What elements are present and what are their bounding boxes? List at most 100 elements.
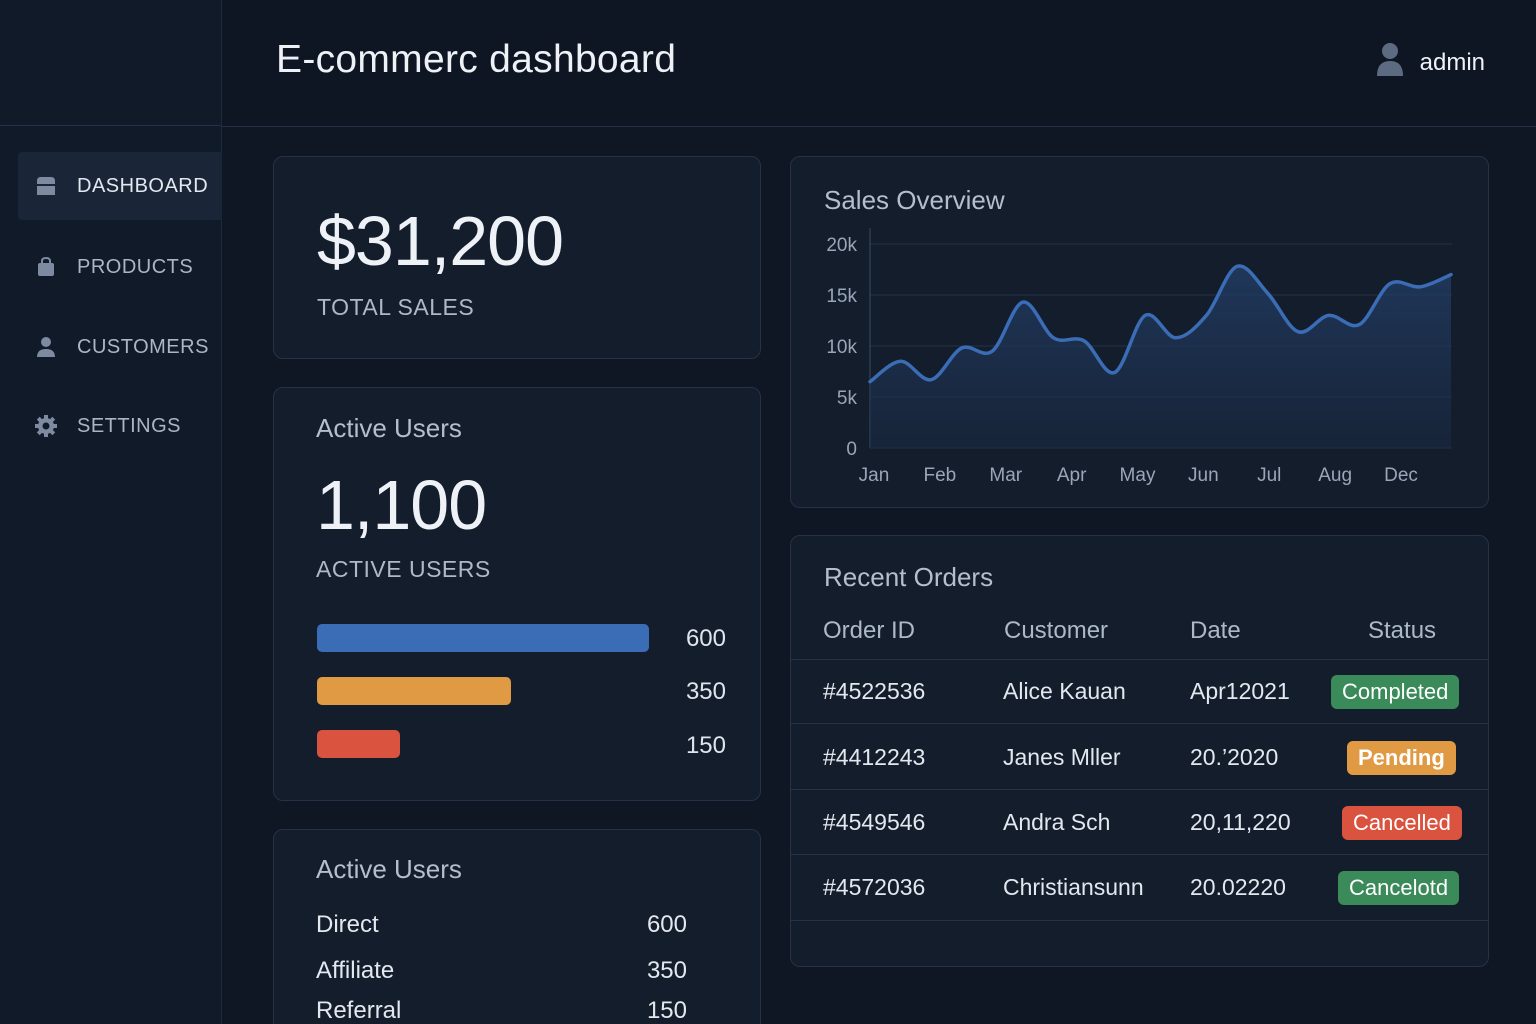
y-tick-label: 15k	[826, 286, 857, 307]
data-point	[1235, 264, 1239, 268]
y-tick-label: 10k	[826, 337, 857, 358]
sidebar-item-settings[interactable]: SETTINGS	[18, 392, 222, 460]
total-sales-label: TOTAL SALES	[317, 294, 475, 320]
x-tick-label: Jan	[859, 465, 890, 486]
data-point	[1327, 313, 1331, 317]
data-point	[1174, 336, 1178, 340]
data-point	[1266, 291, 1270, 295]
sidebar-item-customers[interactable]: CUSTOMERS	[18, 313, 222, 381]
sales-area	[870, 265, 1451, 448]
sidebar: DASHBOARD PRODUCTS CUSTOMERS SETTINGS	[0, 0, 222, 1024]
bag-icon	[34, 255, 58, 279]
order-id: #4522536	[823, 678, 926, 704]
data-point	[1113, 371, 1117, 375]
source-value: 600	[646, 911, 687, 938]
source-value: 350	[646, 957, 687, 984]
source-label: Direct	[316, 911, 379, 938]
row-divider	[790, 659, 1488, 660]
user-bar-value: 150	[685, 732, 726, 759]
header: E-commerc dashboard admin	[222, 0, 1536, 127]
active-users-title: Active Users	[316, 413, 462, 443]
row-divider	[790, 854, 1488, 855]
gear-icon	[34, 414, 58, 438]
order-customer: Alice Kauan	[1003, 678, 1126, 704]
user-menu[interactable]: admin	[1376, 42, 1485, 83]
sidebar-logo-area	[0, 0, 221, 126]
x-tick-label: Jul	[1257, 465, 1281, 486]
x-tick-label: Apr	[1057, 465, 1087, 486]
row-divider	[790, 723, 1488, 724]
data-point	[1204, 313, 1208, 317]
x-tick-label: Jun	[1188, 465, 1219, 486]
sidebar-item-products[interactable]: PRODUCTS	[18, 233, 222, 301]
order-id: #4572036	[823, 874, 926, 900]
x-tick-label: Mar	[989, 465, 1022, 486]
user-bar-value: 600	[685, 625, 726, 652]
data-point	[1388, 282, 1392, 286]
data-point	[1418, 285, 1422, 289]
column-header-date: Date	[1190, 617, 1241, 644]
status-badge: Pending	[1347, 741, 1456, 775]
order-date: 20.02220	[1190, 874, 1286, 900]
x-tick-label: Aug	[1318, 465, 1352, 486]
status-badge: Cancelled	[1342, 806, 1462, 840]
order-date: Apr12021	[1190, 678, 1290, 704]
sidebar-item-label: CUSTOMERS	[77, 335, 209, 358]
page-title: E-commerc dashboard	[276, 38, 677, 81]
x-tick-label: May	[1120, 465, 1156, 486]
y-tick-label: 20k	[826, 235, 857, 256]
order-date: 20,11,220	[1190, 809, 1291, 835]
data-point	[990, 349, 994, 353]
source-label: Referral	[316, 997, 402, 1024]
data-point	[929, 378, 933, 382]
avatar-icon	[1376, 42, 1404, 83]
source-label: Affiliate	[316, 957, 395, 984]
data-point	[960, 346, 964, 350]
column-header-status: Status	[1368, 617, 1437, 644]
sidebar-item-label: SETTINGS	[77, 414, 182, 437]
sources-title: Active Users	[316, 854, 462, 884]
active-users-label: ACTIVE USERS	[316, 556, 491, 582]
total-sales-value: $31,200	[317, 202, 564, 280]
y-tick-label: 5k	[837, 388, 858, 409]
recent-orders-title: Recent Orders	[824, 562, 994, 592]
user-bar-affiliate	[317, 677, 511, 705]
status-badge: Completed	[1331, 675, 1460, 709]
user-bar-value: 350	[685, 678, 726, 705]
order-id: #4412243	[823, 744, 926, 770]
order-date: 20.’2020	[1190, 744, 1279, 770]
user-bar-referral	[317, 730, 400, 758]
y-tick-label: 0	[846, 439, 857, 460]
row-divider	[790, 920, 1488, 921]
data-point	[1296, 330, 1300, 334]
x-tick-label: Dec	[1384, 465, 1418, 486]
data-point	[1143, 313, 1147, 317]
order-customer: Janes Mller	[1003, 744, 1121, 770]
column-header-order-id: Order ID	[823, 617, 916, 644]
active-users-value: 1,100	[316, 466, 487, 544]
active-users-sources-card: Active Users Direct 600 Affiliate 350 Re…	[273, 829, 761, 1024]
sidebar-item-dashboard[interactable]: DASHBOARD	[18, 152, 222, 220]
active-users-card: Active Users 1,100 ACTIVE USERS 600 350 …	[273, 387, 761, 801]
sidebar-item-label: PRODUCTS	[77, 255, 194, 278]
status-badge: Cancelotd	[1338, 871, 1460, 905]
person-icon	[34, 335, 58, 359]
user-name: admin	[1419, 48, 1485, 76]
column-header-customer: Customer	[1004, 617, 1109, 644]
data-point	[1021, 300, 1025, 304]
dashboard-icon	[34, 174, 58, 198]
sales-chart: 0 5k 10k 15k 20k Jan Feb Mar Apr May Jun Jul Aug Dec	[826, 228, 1453, 486]
order-customer: Andra Sch	[1003, 809, 1111, 835]
sidebar-item-label: DASHBOARD	[77, 174, 209, 197]
user-bar-direct	[317, 624, 649, 652]
data-point	[1357, 323, 1361, 327]
data-point	[1051, 336, 1055, 340]
total-sales-card: $31,200 TOTAL SALES	[273, 156, 761, 359]
data-point	[1082, 339, 1086, 343]
order-id: #4549546	[823, 809, 926, 835]
row-divider	[790, 789, 1488, 790]
source-value: 150	[646, 997, 687, 1024]
data-point	[1449, 273, 1453, 277]
order-customer: Christiansunn	[1003, 874, 1144, 900]
x-tick-label: Feb	[924, 465, 957, 486]
